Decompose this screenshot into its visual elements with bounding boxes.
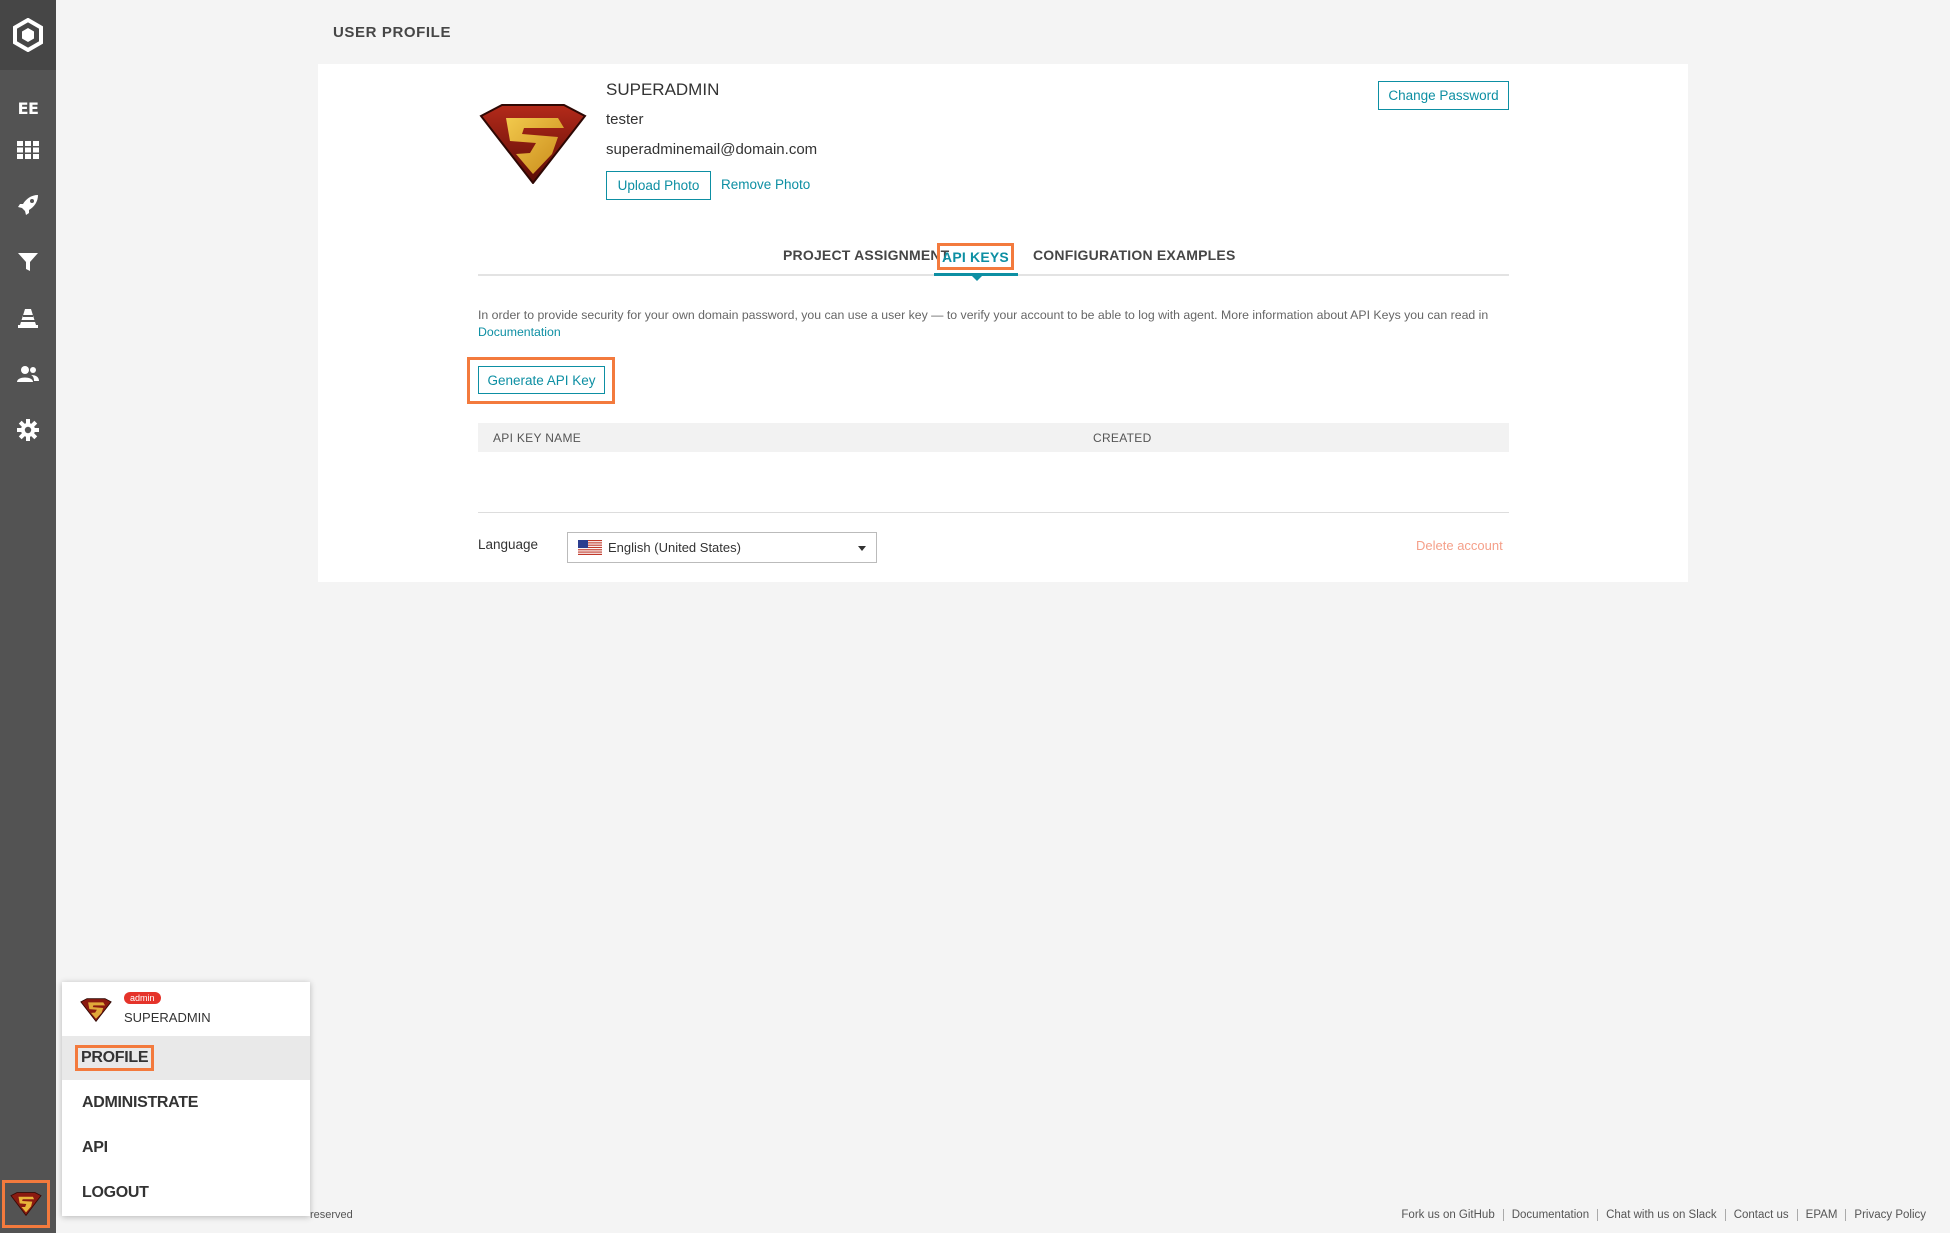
generate-api-key-button[interactable]: Generate API Key [478,366,605,394]
api-keys-info: In order to provide security for your ow… [478,307,1513,341]
admin-badge: admin [124,992,161,1004]
menu-item-administrate[interactable]: ADMINISTRATE [62,1081,310,1125]
members-icon[interactable] [0,354,56,394]
footer-link-documentation[interactable]: Documentation [1504,1209,1599,1221]
remove-photo-link[interactable]: Remove Photo [721,177,810,192]
dashboard-grid-icon[interactable] [0,130,56,170]
user-photo [479,104,587,184]
menu-item-api[interactable]: API [62,1126,310,1170]
api-keys-info-text: In order to provide security for your ow… [478,308,1489,322]
logo-icon[interactable] [0,0,56,70]
chevron-down-icon [858,546,866,551]
delete-account-link[interactable]: Delete account [1416,538,1503,553]
profile-email: superadminemail@domain.com [606,141,818,158]
active-tab-caret [972,276,982,281]
footer-copyright: reserved [310,1209,353,1221]
user-menu: admin SUPERADMIN PROFILE ADMINISTRATE AP… [62,982,310,1216]
menu-item-profile[interactable]: PROFILE [62,1036,310,1080]
footer-link-contact[interactable]: Contact us [1726,1209,1798,1221]
launches-rocket-icon[interactable] [0,185,56,225]
tab-api-keys[interactable]: API KEYS [937,243,1014,270]
menu-item-logout-label: LOGOUT [82,1184,149,1201]
settings-gear-icon[interactable] [0,410,56,450]
tab-project-assignment[interactable]: PROJECT ASSIGNMENT [783,247,949,263]
project-selector[interactable]: EE [0,88,56,128]
user-avatar-button[interactable] [2,1180,50,1228]
column-created: CREATED [1093,431,1152,445]
language-label: Language [478,537,539,552]
us-flag-icon [578,540,602,555]
documentation-link[interactable]: Documentation [478,325,561,339]
user-menu-avatar [80,998,112,1022]
footer-links: Fork us on GitHub Documentation Chat wit… [1393,1209,1926,1221]
language-value: English (United States) [608,540,741,555]
tab-configuration-examples[interactable]: CONFIGURATION EXAMPLES [1033,247,1235,263]
filters-funnel-icon[interactable] [0,242,56,282]
api-keys-table-header: API KEY NAME CREATED [478,423,1509,452]
menu-item-administrate-label: ADMINISTRATE [82,1094,199,1111]
sidebar: EE [0,0,56,1233]
user-menu-username: SUPERADMIN [124,1010,211,1025]
footer-link-privacy[interactable]: Privacy Policy [1846,1209,1926,1221]
change-password-button[interactable]: Change Password [1378,81,1509,110]
footer-link-slack[interactable]: Chat with us on Slack [1598,1209,1726,1221]
user-menu-header: admin SUPERADMIN [62,982,310,1036]
column-api-key-name: API KEY NAME [493,431,582,445]
menu-item-api-label: API [82,1139,108,1156]
menu-item-logout[interactable]: LOGOUT [62,1171,310,1215]
settings-divider [478,512,1509,513]
profile-login: tester [606,111,644,128]
language-select[interactable]: English (United States) [567,532,877,563]
footer-copyright-tail: reserved [310,1209,353,1221]
page-title: USER PROFILE [333,24,452,41]
footer-link-epam[interactable]: EPAM [1798,1209,1847,1221]
menu-item-profile-label: PROFILE [75,1045,155,1071]
footer-link-github[interactable]: Fork us on GitHub [1393,1209,1504,1221]
profile-username: SUPERADMIN [606,80,720,99]
upload-photo-button[interactable]: Upload Photo [606,171,711,200]
debug-cone-icon[interactable] [0,298,56,338]
